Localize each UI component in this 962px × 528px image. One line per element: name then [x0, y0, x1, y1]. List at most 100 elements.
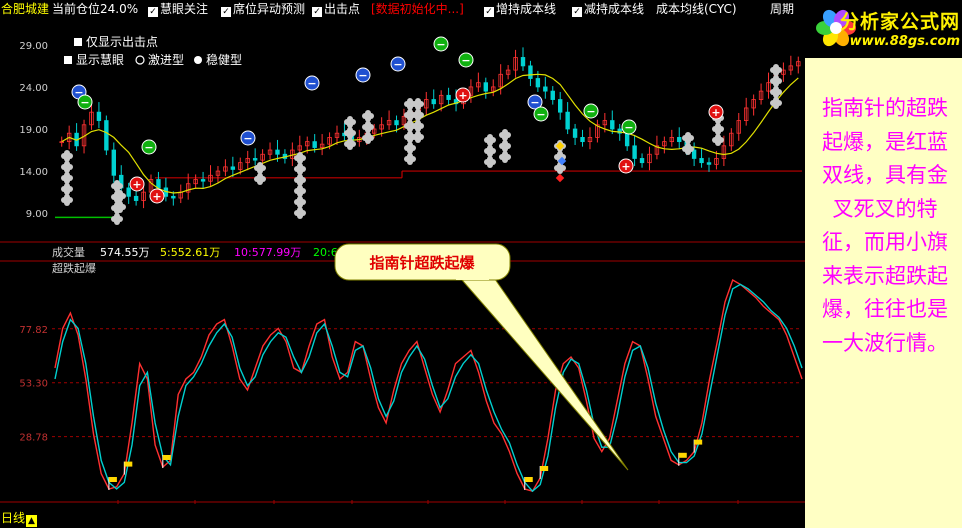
tab-arrow-icon: ▲ [26, 515, 38, 527]
clover-leaf-mark [415, 131, 421, 137]
clover-leaf-mark [715, 140, 721, 146]
candle-body [111, 149, 116, 176]
candle-body [431, 99, 436, 105]
red-signal-icon: + [129, 176, 145, 192]
price-y-tick: 9.00 [26, 209, 48, 220]
huiyan-marker [294, 174, 306, 186]
toolbar-item[interactable]: ✓ 增持成本线 [484, 0, 556, 18]
badge-glyph: − [358, 69, 367, 82]
toolbar-label: 减持成本线 [584, 2, 645, 16]
clover-leaf-mark [257, 162, 263, 168]
huiyan-marker [499, 140, 511, 152]
checkbox-icon[interactable]: ✓ [148, 7, 158, 17]
clover-leaf-mark [415, 120, 421, 126]
legend-steady-radio-icon[interactable] [194, 56, 202, 64]
green-signal-icon: − [533, 106, 549, 122]
huiyan-marker [712, 123, 724, 135]
flag-cloth-mark [694, 439, 703, 445]
huiyan-marker [484, 145, 496, 157]
toolbar-label: 周期 [770, 2, 795, 16]
blue-signal-icon: − [355, 67, 371, 83]
clover-leaf-mark [415, 137, 421, 143]
flag-cloth-mark [524, 477, 533, 482]
badge-glyph: − [80, 96, 89, 109]
clover-leaf-mark [685, 132, 691, 138]
clover-leaf-mark [117, 201, 123, 207]
clover-leaf-mark [297, 213, 303, 219]
clover-leaf-mark [347, 116, 353, 122]
green-signal-icon: − [621, 119, 637, 135]
toolbar-item[interactable]: ✓ 慧眼关注 [148, 0, 208, 18]
price-y-tick: 24.00 [19, 83, 48, 94]
huiyan-marker [111, 213, 123, 225]
bottom-bar: 日线 ▲ [0, 508, 805, 528]
clover-leaf-mark [407, 131, 413, 137]
huiyan-marker [404, 142, 416, 154]
candle-body [156, 179, 161, 189]
candle-body [394, 120, 399, 126]
clover-leaf-mark [297, 163, 303, 169]
chart: 29.0024.0019.0014.009.00−−−−−−−−−−− −−+++… [0, 35, 805, 504]
candle-body [520, 57, 526, 67]
candle-body [610, 120, 615, 130]
huiyan-marker [344, 127, 356, 139]
toolbar-item[interactable]: ✓ 席位异动预测 [221, 0, 305, 18]
toolbar-label: 慧眼关注 [160, 2, 209, 16]
badge-glyph: − [393, 58, 402, 71]
toolbar-item[interactable]: ✓ 减持成本线 [572, 0, 644, 18]
clover-leaf-mark [297, 174, 303, 180]
badge-glyph: + [621, 160, 630, 173]
clover-leaf-mark [502, 140, 508, 146]
red-signal-icon: + [455, 87, 471, 103]
candle-body [171, 195, 176, 199]
badge-glyph: − [243, 132, 252, 145]
side-panel: 分析家公式网 www.88gs.com 指南针的超跌起爆，是红蓝双线，具有金叉死… [805, 0, 962, 528]
legend-aggressive-radio-icon[interactable] [135, 55, 145, 65]
clover-leaf-mark [347, 127, 353, 133]
huiyan-marker [404, 153, 416, 165]
clover-leaf-mark [114, 219, 120, 225]
clover-leaf-mark [64, 194, 70, 200]
price-y-tick: 14.00 [19, 167, 48, 178]
blue-signal-icon: − [390, 56, 406, 72]
clover-leaf-mark [365, 138, 371, 144]
huiyan-marker [499, 129, 511, 141]
green-signal-icon: − [458, 52, 474, 68]
huiyan-marker [254, 173, 266, 185]
candle-body [565, 111, 570, 130]
logo[interactable]: 分析家公式网 www.88gs.com [805, 0, 962, 58]
legend-show-huiyan-checkbox-icon[interactable] [64, 56, 72, 64]
red-signal-icon: + [618, 158, 634, 174]
clover-leaf-mark [773, 64, 779, 70]
huiyan-marker [61, 150, 73, 162]
legend-show-points-only-checkbox-icon[interactable] [74, 38, 82, 46]
volume-ma20: 20:6 [313, 246, 338, 259]
clover-leaf-mark [64, 150, 70, 156]
badge-glyph: − [307, 77, 316, 90]
checkbox-icon[interactable]: ✓ [572, 7, 582, 17]
toolbar-label: 席位异动预测 [233, 2, 306, 16]
clover-leaf-mark [117, 207, 123, 213]
clover-leaf-mark [114, 213, 120, 219]
clover-leaf-mark [407, 153, 413, 159]
period-tab-label: 日线 [1, 511, 26, 525]
checkbox-icon[interactable]: ✓ [312, 7, 322, 17]
callout-text: 指南针超跌起爆 [369, 254, 475, 272]
clover-leaf-mark [685, 149, 691, 155]
period-tab-daily[interactable]: 日线 ▲ [1, 510, 38, 527]
clover-leaf-mark [773, 103, 779, 109]
toolbar-item[interactable]: ✓ 出击点 [312, 0, 360, 18]
badge-glyph: − [436, 38, 445, 51]
huiyan-marker [499, 151, 511, 163]
huiyan-marker [770, 64, 782, 76]
candle-body [528, 65, 533, 79]
volume-ma5: 5:552.61万 [160, 246, 220, 259]
badge-glyph: − [461, 54, 470, 67]
clover-leaf-mark [557, 168, 563, 174]
checkbox-icon[interactable]: ✓ [221, 7, 231, 17]
logo-url: www.88gs.com [849, 34, 960, 49]
badge-glyph: + [458, 89, 467, 102]
huiyan-marker [712, 134, 724, 146]
checkbox-icon[interactable]: ✓ [484, 7, 494, 17]
toolbar-label: 成本均线(CYC) [656, 2, 737, 16]
